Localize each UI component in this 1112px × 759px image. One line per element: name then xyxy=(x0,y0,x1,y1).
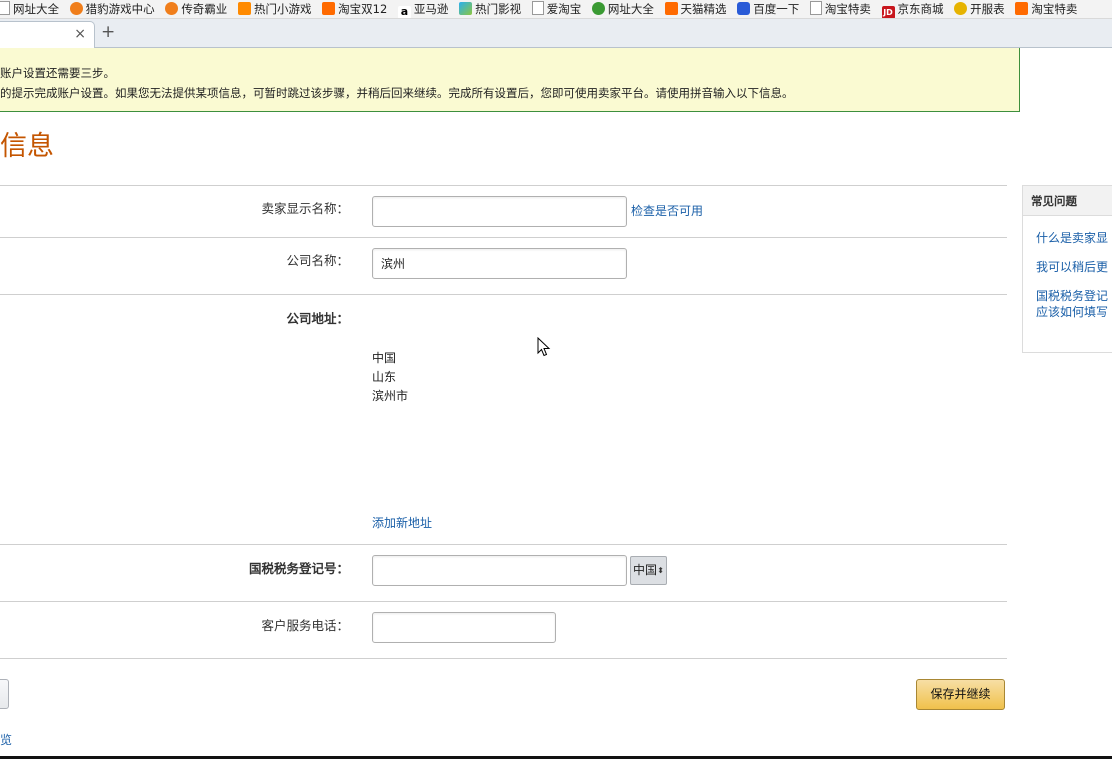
mouse-cursor-icon xyxy=(537,337,551,357)
check-availability-link[interactable]: 检查是否可用 xyxy=(631,202,703,219)
bookmark-item[interactable]: 天猫精选 xyxy=(664,0,727,18)
game-icon xyxy=(237,2,251,15)
game-icon xyxy=(954,2,968,15)
bookmark-item[interactable]: 爱淘宝 xyxy=(531,0,581,18)
tab-strip: × + xyxy=(0,19,1112,48)
select-arrows-icon: ⬍ xyxy=(657,566,664,575)
tax-country-select[interactable]: 中国 ⬍ xyxy=(630,556,667,585)
faq-title: 常见问题 xyxy=(1023,186,1112,216)
bookmark-item[interactable]: 网址大全 xyxy=(591,0,654,18)
bookmark-item[interactable]: 淘宝特卖 xyxy=(809,0,871,18)
faq-panel: 常见问题 什么是卖家显 我可以稍后更 国税税务登记 应该如何填写 xyxy=(1022,185,1112,353)
company-name-input[interactable] xyxy=(372,248,627,279)
divider xyxy=(0,601,1007,602)
page-title: 信息 xyxy=(0,131,54,162)
phone-label: 客户服务电话： xyxy=(261,618,349,633)
tax-id-input[interactable] xyxy=(372,555,627,586)
address-city: 滨州市 xyxy=(372,389,409,403)
game-icon xyxy=(69,2,83,15)
tax-id-label: 国税税务登记号： xyxy=(248,561,349,576)
add-new-address-link[interactable]: 添加新地址 xyxy=(372,514,432,531)
baidu-paw-icon xyxy=(737,2,751,15)
page-icon xyxy=(809,1,822,15)
taobao-icon xyxy=(322,2,336,15)
divider xyxy=(0,658,1007,659)
bookmark-item[interactable]: 网址大全 xyxy=(0,0,59,18)
faq-link[interactable]: 应该如何填写 xyxy=(1036,305,1108,320)
bookmark-item[interactable]: 传奇霸业 xyxy=(165,0,227,18)
bookmark-item[interactable]: 猎豹游戏中心 xyxy=(69,0,155,18)
page-icon xyxy=(531,1,544,15)
bookmark-item[interactable]: a 亚马逊 xyxy=(397,0,448,18)
faq-link[interactable]: 国税税务登记 xyxy=(1036,289,1108,304)
bookmark-item[interactable]: 淘宝特卖 xyxy=(1015,0,1077,18)
bookmark-item[interactable]: 热门影视 xyxy=(459,0,521,18)
tax-country-value: 中国 xyxy=(633,563,658,577)
bookmark-item[interactable]: 开服表 xyxy=(954,0,1005,18)
company-address-label: 公司地址： xyxy=(286,311,349,326)
divider xyxy=(0,237,1007,238)
notice-line-2: 的提示完成账户设置。如果您无法提供某项信息，可暂时跳过该步骤，并稍后回来继续。完… xyxy=(0,86,794,100)
jd-icon: JD xyxy=(881,6,895,18)
address-country: 中国 xyxy=(372,351,397,365)
faq-link[interactable]: 我可以稍后更 xyxy=(1036,260,1108,275)
close-tab-icon[interactable]: × xyxy=(74,26,86,42)
browser-tab-active[interactable]: × xyxy=(0,21,95,48)
taobao-icon xyxy=(1015,2,1029,15)
address-province: 山东 xyxy=(372,370,397,384)
bookmark-item[interactable]: 热门小游戏 xyxy=(237,0,311,18)
setup-notice: 账户设置还需要三步。 的提示完成账户设置。如果您无法提供某项信息，可暂时跳过该步… xyxy=(0,48,1020,112)
faq-link[interactable]: 什么是卖家显 xyxy=(1036,231,1108,246)
amazon-icon: a xyxy=(397,6,411,18)
bookmark-item[interactable]: JD 京东商城 xyxy=(881,0,944,18)
bottom-link[interactable]: 览 xyxy=(0,731,12,748)
new-tab-icon[interactable]: + xyxy=(101,22,115,42)
back-button[interactable] xyxy=(0,679,9,709)
phone-input[interactable] xyxy=(372,612,556,643)
bookmarks-bar: 网址大全 猎豹游戏中心 传奇霸业 热门小游戏 淘宝双12 a 亚马逊 热门影视 爱… xyxy=(0,0,1112,19)
taobao-icon xyxy=(664,2,678,15)
divider xyxy=(0,294,1007,295)
bookmark-item[interactable]: 淘宝双12 xyxy=(322,0,387,18)
divider xyxy=(0,544,1007,545)
seller-name-input[interactable] xyxy=(372,196,627,227)
save-continue-button[interactable]: 保存并继续 xyxy=(916,679,1005,710)
seller-name-label: 卖家显示名称： xyxy=(261,201,349,216)
page-icon xyxy=(0,1,10,15)
divider xyxy=(0,185,1007,186)
game-icon xyxy=(165,2,179,15)
globe-icon xyxy=(591,2,605,15)
bookmark-item[interactable]: 百度一下 xyxy=(737,0,799,18)
notice-line-1: 账户设置还需要三步。 xyxy=(0,66,115,80)
video-icon xyxy=(459,2,473,15)
company-name-label: 公司名称： xyxy=(286,253,349,268)
